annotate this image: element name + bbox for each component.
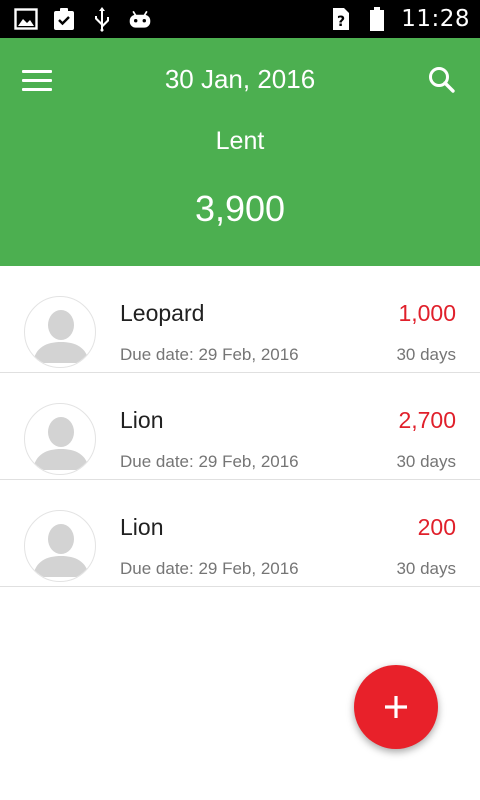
add-button[interactable] bbox=[354, 665, 438, 749]
status-bar-system: ? 11:28 bbox=[329, 6, 470, 32]
person-placeholder-icon bbox=[33, 310, 89, 363]
contact-name: Lion bbox=[120, 407, 164, 433]
image-icon bbox=[14, 7, 38, 31]
app-header: 30 Jan, 2016 Lent 3,900 bbox=[0, 38, 480, 266]
status-bar-notifications bbox=[14, 7, 152, 32]
contact-name: Lion bbox=[120, 514, 164, 540]
page-title[interactable]: 30 Jan, 2016 bbox=[0, 64, 480, 95]
amount: 200 bbox=[417, 514, 456, 540]
due-date: Due date: 29 Feb, 2016 bbox=[120, 559, 299, 578]
amount: 1,000 bbox=[398, 300, 456, 326]
status-bar: ? 11:28 bbox=[0, 0, 480, 38]
days-remaining: 30 days bbox=[396, 345, 456, 364]
loan-list: Leopard Due date: 29 Feb, 2016 1,000 30 … bbox=[0, 266, 480, 587]
avatar bbox=[24, 510, 96, 582]
avatar bbox=[24, 296, 96, 368]
svg-text:?: ? bbox=[337, 14, 345, 30]
list-item[interactable]: Lion Due date: 29 Feb, 2016 2,700 30 day… bbox=[0, 373, 480, 480]
sim-unknown-icon: ? bbox=[329, 7, 353, 31]
android-icon bbox=[128, 7, 152, 31]
days-remaining: 30 days bbox=[396, 452, 456, 471]
person-placeholder-icon bbox=[33, 524, 89, 577]
usb-icon bbox=[90, 7, 114, 32]
due-date: Due date: 29 Feb, 2016 bbox=[120, 452, 299, 471]
list-item[interactable]: Lion Due date: 29 Feb, 2016 200 30 days bbox=[0, 480, 480, 587]
summary-total: 3,900 bbox=[194, 188, 286, 229]
contact-name: Leopard bbox=[120, 300, 205, 326]
due-date: Due date: 29 Feb, 2016 bbox=[120, 345, 299, 364]
search-icon[interactable] bbox=[422, 60, 462, 100]
plus-icon bbox=[385, 696, 407, 718]
battery-icon bbox=[365, 7, 389, 31]
person-placeholder-icon bbox=[33, 417, 89, 470]
status-time: 11:28 bbox=[401, 6, 470, 32]
summary-label: Lent bbox=[215, 127, 265, 155]
days-remaining: 30 days bbox=[396, 559, 456, 578]
amount: 2,700 bbox=[398, 407, 456, 433]
clipboard-check-icon bbox=[52, 7, 76, 31]
avatar bbox=[24, 403, 96, 475]
list-item[interactable]: Leopard Due date: 29 Feb, 2016 1,000 30 … bbox=[0, 266, 480, 373]
